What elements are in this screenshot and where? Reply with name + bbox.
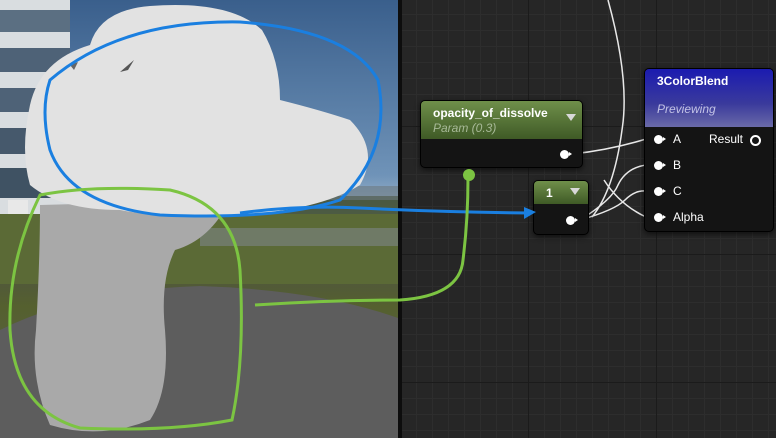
input-pin-icon[interactable] [654, 213, 666, 222]
input-label-a: A [673, 132, 682, 146]
input-label-b: B [673, 158, 682, 172]
dropdown-arrow-icon[interactable] [566, 114, 576, 121]
output-pin-icon[interactable] [560, 150, 572, 159]
blend-node-header[interactable]: 3ColorBlend Previewing [645, 69, 773, 127]
param-node-header[interactable]: opacity_of_dissolve Param (0.3) [421, 101, 582, 139]
input-label-c: C [673, 184, 682, 198]
blend-node[interactable]: 3ColorBlend Previewing A B C Alpha Resul… [644, 68, 774, 232]
material-preview-viewport[interactable] [0, 0, 398, 438]
param-node-subtitle: Param (0.3) [433, 121, 497, 135]
param-node-title: opacity_of_dissolve [433, 106, 548, 120]
constant-node-header[interactable]: 1 [534, 181, 588, 204]
constant-node[interactable]: 1 [533, 180, 589, 235]
input-label-alpha: Alpha [673, 210, 704, 224]
input-pin-icon[interactable] [654, 187, 666, 196]
input-pin-icon[interactable] [654, 135, 666, 144]
param-node[interactable]: opacity_of_dissolve Param (0.3) [420, 100, 583, 168]
preview-scene [0, 0, 398, 438]
blend-node-status: Previewing [657, 102, 716, 116]
result-pin-icon[interactable] [750, 135, 761, 146]
constant-node-value: 1 [546, 186, 553, 200]
blend-node-title: 3ColorBlend [657, 74, 729, 88]
output-pin-icon[interactable] [566, 216, 578, 225]
output-label-result: Result [709, 132, 744, 146]
input-pin-icon[interactable] [654, 161, 666, 170]
dropdown-arrow-icon[interactable] [570, 188, 580, 195]
